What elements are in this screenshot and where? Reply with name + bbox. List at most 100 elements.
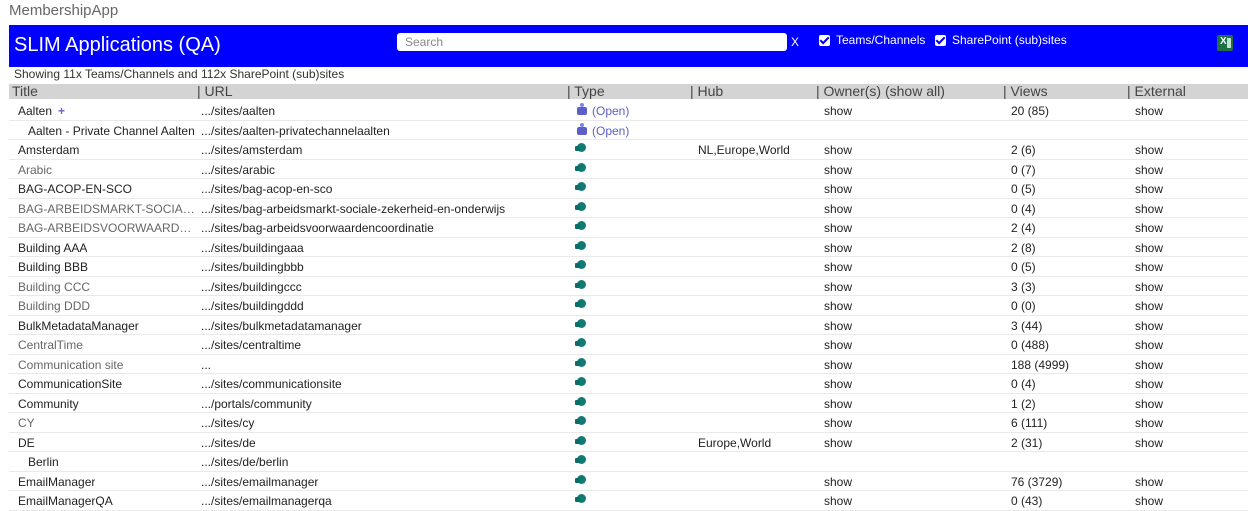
cell-url[interactable]: .../sites/bag-arbeidsvoorwaardencoordina… (201, 221, 434, 235)
cell-external-show[interactable]: show (1135, 319, 1163, 333)
cell-owners-show[interactable]: show (824, 182, 852, 196)
cell-owners-show[interactable]: show (824, 494, 852, 508)
cell-owners-show[interactable]: show (824, 358, 852, 372)
cell-external-show[interactable]: show (1135, 163, 1163, 177)
excel-export-icon[interactable] (1217, 35, 1233, 51)
cell-owners-show[interactable]: show (824, 416, 852, 430)
cell-external-show[interactable]: show (1135, 397, 1163, 411)
cell-external-show[interactable]: show (1135, 221, 1163, 235)
cell-owners-show[interactable]: show (824, 299, 852, 313)
cell-url[interactable]: .../sites/de (201, 436, 256, 450)
table-row[interactable]: EmailManager .../sites/emailmanager show 76… (9, 472, 1248, 491)
cell-url[interactable]: .../sites/cy (201, 416, 254, 430)
column-header-views[interactable]: | Views (1003, 84, 1048, 99)
table-row[interactable]: Amsterdam .../sites/amsterdam NL,Europe,Wo… (9, 140, 1248, 160)
table-row[interactable]: Building CCC .../sites/buildingccc show 3 (… (9, 277, 1248, 296)
cell-url[interactable]: .../sites/de/berlin (201, 455, 288, 469)
cell-owners-show[interactable]: show (824, 104, 852, 118)
cell-url[interactable]: ... (201, 358, 211, 372)
cell-external-show[interactable]: show (1135, 475, 1163, 489)
table-row[interactable]: Building BBB .../sites/buildingbbb show 0 (… (9, 257, 1248, 277)
cell-title[interactable]: BulkMetadataManager (18, 319, 139, 333)
column-header-title[interactable]: Title (12, 84, 38, 99)
cell-external-show[interactable]: show (1135, 377, 1163, 391)
column-header-url[interactable]: | URL (197, 84, 233, 99)
table-row[interactable]: BAG-ACOP-EN-SCO .../sites/bag-acop-en-sco… (9, 179, 1248, 199)
cell-url[interactable]: .../sites/emailmanager (201, 475, 318, 489)
column-header-type[interactable]: | Type (567, 84, 605, 99)
cell-title[interactable]: Amsterdam (18, 143, 79, 157)
cell-url[interactable]: .../sites/bulkmetadatamanager (201, 319, 362, 333)
cell-owners-show[interactable]: show (824, 163, 852, 177)
cell-external-show[interactable]: show (1135, 338, 1163, 352)
table-row[interactable]: CentralTime .../sites/centraltime show 0 (4… (9, 335, 1248, 355)
cell-external-show[interactable]: show (1135, 260, 1163, 274)
cell-title[interactable]: Berlin (28, 455, 59, 469)
cell-title[interactable]: DE (18, 436, 35, 450)
cell-url[interactable]: .../sites/buildingddd (201, 299, 304, 313)
cell-external-show[interactable]: show (1135, 299, 1163, 313)
cell-owners-show[interactable]: show (824, 338, 852, 352)
cell-title[interactable]: BAG-ARBEIDSVOORWAARDEN... (18, 221, 198, 235)
table-row[interactable]: Aalten + .../sites/aalten (Open) show 20 (85)… (9, 101, 1248, 121)
cell-external-show[interactable]: show (1135, 143, 1163, 157)
cell-title[interactable]: Aalten - Private Channel Aalten (28, 124, 195, 138)
table-row[interactable]: CommunicationSite .../sites/communication… (9, 374, 1248, 394)
cell-owners-show[interactable]: show (824, 475, 852, 489)
cell-title[interactable]: CentralTime (18, 338, 83, 352)
column-header-hub[interactable]: | Hub (690, 84, 723, 99)
cell-url[interactable]: .../sites/buildingccc (201, 280, 302, 294)
column-header-external[interactable]: | External (1127, 84, 1186, 99)
table-row[interactable]: Building AAA .../sites/buildingaaa show 2 (… (9, 238, 1248, 257)
cell-owners-show[interactable]: show (824, 377, 852, 391)
cell-title[interactable]: EmailManager (18, 475, 95, 489)
table-row[interactable]: Communication site... show 188 (4999) show (9, 355, 1248, 374)
table-row[interactable]: Community .../portals/community show 1 (2) s… (9, 394, 1248, 413)
cell-owners-show[interactable]: show (824, 436, 852, 450)
column-header-owners[interactable]: | Owner(s) (show all) (816, 84, 945, 99)
cell-title[interactable]: Communication site (18, 358, 123, 372)
cell-external-show[interactable]: show (1135, 182, 1163, 196)
cell-url[interactable]: .../sites/aalten-privatechannelaalten (201, 124, 390, 138)
cell-external-show[interactable]: show (1135, 280, 1163, 294)
cell-title[interactable]: Building BBB (18, 260, 88, 274)
sharepoint-filter-checkbox[interactable]: SharePoint (sub)sites (935, 33, 1067, 47)
cell-title[interactable]: Community (18, 397, 79, 411)
cell-title[interactable]: Aalten + (18, 104, 65, 118)
cell-owners-show[interactable]: show (824, 143, 852, 157)
cell-url[interactable]: .../sites/buildingbbb (201, 260, 304, 274)
table-row[interactable]: BulkMetadataManager .../sites/bulkmetadat… (9, 316, 1248, 335)
cell-owners-show[interactable]: show (824, 280, 852, 294)
cell-external-show[interactable]: show (1135, 494, 1163, 508)
cell-title[interactable]: Building AAA (18, 241, 87, 255)
cell-owners-show[interactable]: show (824, 260, 852, 274)
clear-search-button[interactable]: X (791, 35, 799, 49)
cell-title[interactable]: Arabic (18, 163, 52, 177)
cell-owners-show[interactable]: show (824, 397, 852, 411)
cell-owners-show[interactable]: show (824, 221, 852, 235)
cell-external-show[interactable]: show (1135, 104, 1163, 118)
cell-external-show[interactable]: show (1135, 436, 1163, 450)
cell-external-show[interactable]: show (1135, 358, 1163, 372)
cell-title[interactable]: Building CCC (18, 280, 90, 294)
table-row[interactable]: Building DDD .../sites/buildingddd show 0 (… (9, 296, 1248, 316)
cell-title[interactable]: EmailManagerQA (18, 494, 113, 508)
table-row[interactable]: Berlin .../sites/de/berlin (9, 452, 1248, 472)
table-row[interactable]: CY .../sites/cy show 6 (111) show (9, 413, 1248, 433)
teams-channels-filter-checkbox[interactable]: Teams/Channels (819, 33, 925, 47)
search-input[interactable] (397, 33, 787, 51)
cell-url[interactable]: .../sites/aalten (201, 104, 275, 118)
cell-url[interactable]: .../sites/bag-arbeidsmarkt-sociale-zeker… (201, 202, 505, 216)
cell-owners-show[interactable]: show (824, 202, 852, 216)
cell-title[interactable]: CY (18, 416, 35, 430)
expand-plus-icon[interactable]: + (58, 104, 65, 118)
cell-url[interactable]: .../sites/emailmanagerqa (201, 494, 332, 508)
cell-url[interactable]: .../sites/bag-acop-en-sco (201, 182, 332, 196)
cell-external-show[interactable]: show (1135, 416, 1163, 430)
cell-url[interactable]: .../sites/communicationsite (201, 377, 342, 391)
cell-external-show[interactable]: show (1135, 241, 1163, 255)
cell-title[interactable]: CommunicationSite (18, 377, 122, 391)
open-link[interactable]: (Open) (592, 104, 629, 118)
cell-external-show[interactable]: show (1135, 202, 1163, 216)
checkbox-checked-icon[interactable] (819, 34, 830, 46)
